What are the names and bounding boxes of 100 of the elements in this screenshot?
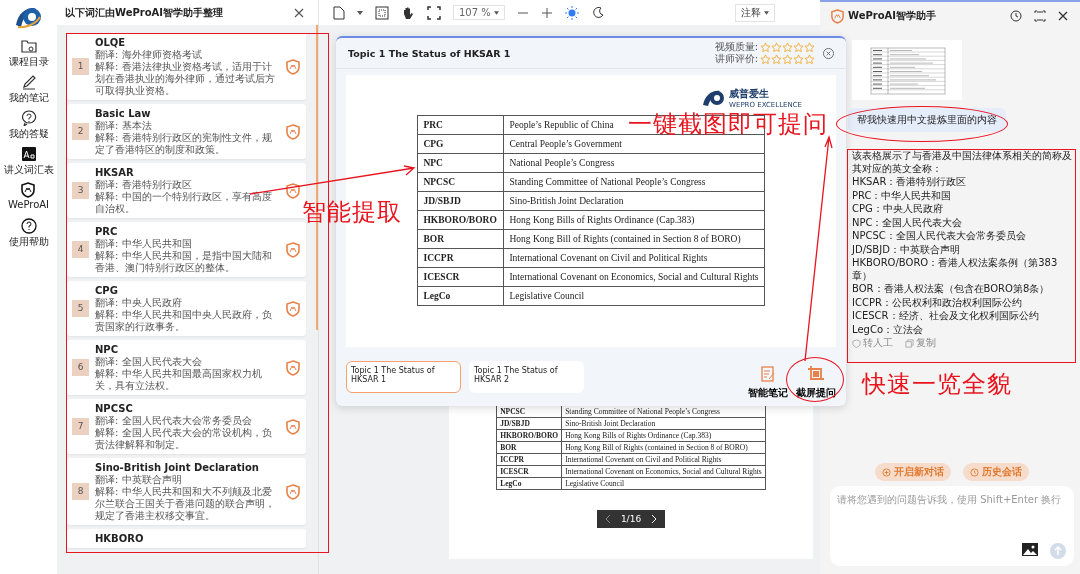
number-badge: 5 bbox=[72, 300, 89, 317]
hand-icon[interactable] bbox=[401, 5, 415, 20]
vocab-explanation: 解释: 中华人民共和国最高国家权力机关，具有立法权。 bbox=[95, 368, 263, 392]
table-cell: JD/SBJD bbox=[417, 191, 504, 211]
vocab-term: NPC bbox=[95, 343, 120, 356]
message-input[interactable]: 请将您遇到的问题告诉我，使用 Shift+Enter 换行 bbox=[830, 486, 1074, 566]
nav-item[interactable]: 我的笔记 bbox=[8, 74, 49, 107]
panel-title: 以下词汇由WeProAI智学助手整理 bbox=[65, 5, 224, 20]
brightness-icon[interactable] bbox=[564, 5, 579, 20]
vocab-translation: 翻译: 香港特别行政区 bbox=[95, 179, 193, 191]
pen-icon bbox=[20, 74, 37, 90]
annotation-text: 快速一览全貌 bbox=[862, 369, 1012, 400]
nav-item[interactable]: 我的答疑 bbox=[8, 110, 49, 143]
ai-shield-icon[interactable] bbox=[285, 241, 301, 258]
assistant-title: WeProAI智学助手 bbox=[848, 9, 937, 23]
caret-icon bbox=[763, 10, 769, 15]
document-tab[interactable]: Topic 1 The Status of HKSAR 1 bbox=[346, 360, 461, 393]
close-icon[interactable] bbox=[294, 7, 304, 18]
history-icon[interactable] bbox=[1010, 10, 1022, 22]
star-icon[interactable] bbox=[771, 41, 782, 53]
copy-icon bbox=[905, 338, 914, 348]
fit-page-icon[interactable] bbox=[375, 5, 389, 20]
moon-icon[interactable] bbox=[590, 5, 605, 20]
previous-icon[interactable] bbox=[604, 514, 611, 524]
clock-icon bbox=[970, 467, 979, 477]
maximize-icon[interactable] bbox=[1034, 10, 1046, 22]
star-icon[interactable] bbox=[804, 41, 815, 53]
nav-item[interactable]: 使用帮助 bbox=[8, 218, 49, 251]
vocab-explanation: 解释: 香港法律执业资格考试，适用于计划在香港执业的海外律师，通过考试后方可取得执业资格。 bbox=[95, 61, 276, 97]
number-badge: 6 bbox=[72, 359, 89, 376]
answer-text: BOR：香港人权法案（包含在BORO第8条） bbox=[852, 283, 1051, 296]
zoom-dropdown[interactable]: 107 % bbox=[453, 5, 505, 20]
vocab-explanation: 解释: 香港特别行政区的宪制性文件，规定了香港特区的制度和政策。 bbox=[95, 132, 273, 156]
scrollbar[interactable] bbox=[316, 25, 318, 330]
close-icon[interactable] bbox=[1058, 11, 1068, 21]
table-cell: BOR bbox=[417, 229, 504, 249]
annotate-dropdown[interactable]: 注释 bbox=[734, 3, 775, 22]
star-icon[interactable] bbox=[760, 41, 771, 53]
table-cell: NPC bbox=[417, 153, 504, 173]
smart-note-button[interactable]: 智能笔记 bbox=[748, 365, 788, 400]
star-icon[interactable] bbox=[793, 41, 804, 53]
document-tab[interactable]: Topic 1 The Status of HKSAR 2 bbox=[469, 360, 584, 393]
answer-text: NPC：全国人民代表大会 bbox=[852, 216, 964, 229]
caret-icon[interactable] bbox=[357, 10, 363, 15]
star-icon[interactable] bbox=[782, 41, 793, 53]
vocab-term: Sino-British Joint Declaration bbox=[95, 461, 260, 474]
logo-icon bbox=[13, 5, 44, 29]
ai-shield-icon[interactable] bbox=[285, 483, 301, 500]
star-icon[interactable] bbox=[771, 53, 782, 65]
rating-label: 讲师评价: bbox=[714, 53, 758, 65]
nav-item[interactable]: 课程目录 bbox=[8, 38, 49, 71]
number-badge: 7 bbox=[72, 418, 89, 435]
vocab-term: Basic Law bbox=[95, 107, 152, 120]
answer-text: HKBORO/BORO：香港人权法案条例（第383章） bbox=[852, 257, 1059, 282]
star-icon[interactable] bbox=[804, 53, 815, 65]
table-cell: National People’s Congress bbox=[503, 153, 765, 173]
send-icon[interactable] bbox=[1050, 543, 1066, 559]
vocab-translation: 翻译: 中英联合声明 bbox=[95, 474, 183, 486]
note-icon bbox=[760, 365, 776, 382]
star-icon[interactable] bbox=[793, 53, 804, 65]
answer-text: NPCSC：全国人民代表大会常务委员会 bbox=[852, 230, 1027, 243]
select-area-icon[interactable] bbox=[427, 5, 441, 20]
ai-shield-icon[interactable] bbox=[285, 300, 301, 317]
table-cell: LegCo bbox=[417, 286, 504, 306]
table-cell: ICCPR bbox=[417, 248, 504, 268]
vocab-translation: 翻译: 中华人民共和国 bbox=[95, 238, 193, 250]
screenshot-button[interactable]: 截屏提问 bbox=[796, 365, 836, 400]
rating-label: 视频质量: bbox=[714, 41, 758, 53]
table-cell: CPG bbox=[417, 134, 504, 154]
table-cell: International Covenant on Economics, Social and Cultural Rights bbox=[503, 267, 765, 287]
ai-shield-icon[interactable] bbox=[285, 418, 301, 435]
vocab-term: OLQE bbox=[95, 36, 127, 49]
image-icon[interactable] bbox=[1022, 543, 1038, 556]
zoom-in-icon[interactable] bbox=[540, 6, 553, 19]
shield-icon bbox=[20, 182, 37, 198]
table-cell: ICESCR bbox=[417, 267, 504, 287]
nav-item[interactable]: WeProAI bbox=[7, 182, 50, 215]
next-icon[interactable] bbox=[651, 514, 658, 524]
answer-text: ICESCR：经济、社会及文化权利国际公约 bbox=[852, 310, 1040, 323]
vocab-explanation: 解释: 中华人民共和国和大不列颠及北爱尔兰联合王国关于香港问题的联合声明，规定了香港主权移交事宜。 bbox=[95, 486, 276, 522]
star-icon[interactable] bbox=[760, 53, 771, 65]
user-message: 帮我快速用中文提炼里面的内容 bbox=[848, 108, 1006, 132]
ai-shield-icon[interactable] bbox=[285, 182, 301, 199]
nav-item[interactable]: 讲义词汇表 bbox=[3, 146, 54, 179]
ai-shield-icon[interactable] bbox=[285, 359, 301, 376]
answer-text: ICCPR：公民权利和政治权利国际公约 bbox=[852, 296, 1023, 309]
logo-icon bbox=[702, 89, 727, 107]
answer-text: 该表格展示了与香港及中国法律体系相关的简称及其对应的英文全称： bbox=[852, 150, 1073, 175]
ai-shield-icon bbox=[830, 8, 845, 24]
file-icon[interactable] bbox=[333, 5, 345, 20]
vocab-term: NPCSC bbox=[95, 402, 134, 415]
ai-shield-icon[interactable] bbox=[285, 123, 301, 140]
vocab-term: PRC bbox=[95, 225, 119, 238]
vocab-term: HKSAR bbox=[95, 166, 135, 179]
ai-shield-icon[interactable] bbox=[285, 58, 301, 75]
page-indicator: 1/16 bbox=[620, 514, 642, 524]
number-badge: 4 bbox=[72, 241, 89, 258]
table-cell: Sino-British Joint Declaration bbox=[503, 191, 765, 211]
star-icon[interactable] bbox=[782, 53, 793, 65]
transfer-link[interactable]: 转人工 bbox=[852, 337, 893, 350]
